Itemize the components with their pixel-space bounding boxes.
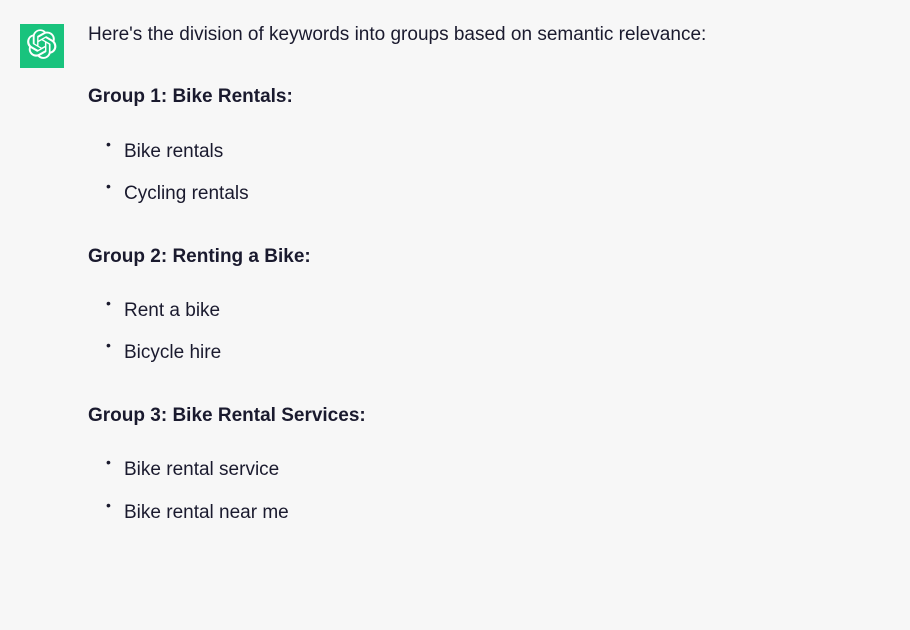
message-content: Here's the division of keywords into gro… <box>88 20 890 560</box>
group-title: Group 2: Renting a Bike: <box>88 242 890 272</box>
group-list: Bike rentals Cycling rentals <box>88 137 890 210</box>
list-item: Bike rental near me <box>106 498 890 528</box>
group-list: Bike rental service Bike rental near me <box>88 455 890 528</box>
group-title: Group 3: Bike Rental Services: <box>88 401 890 431</box>
list-item: Bike rental service <box>106 455 890 485</box>
message-row: Here's the division of keywords into gro… <box>20 20 890 560</box>
group-title: Group 1: Bike Rentals: <box>88 82 890 112</box>
list-item: Bike rentals <box>106 137 890 167</box>
intro-text: Here's the division of keywords into gro… <box>88 20 890 50</box>
assistant-avatar <box>20 24 64 68</box>
group-list: Rent a bike Bicycle hire <box>88 296 890 369</box>
list-item: Bicycle hire <box>106 338 890 368</box>
openai-logo-icon <box>27 29 57 64</box>
list-item: Rent a bike <box>106 296 890 326</box>
list-item: Cycling rentals <box>106 179 890 209</box>
